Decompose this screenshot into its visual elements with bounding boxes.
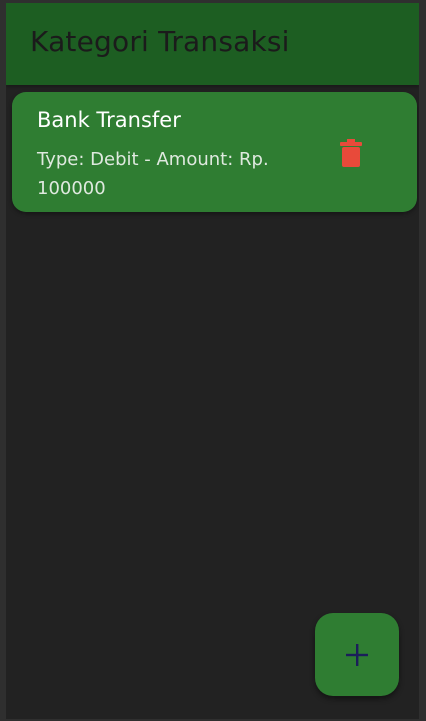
- page-title: Kategori Transaksi: [30, 25, 290, 58]
- category-details: Type: Debit - Amount: Rp. 100000: [37, 149, 269, 199]
- delete-button[interactable]: [332, 134, 370, 172]
- add-category-button[interactable]: [315, 613, 399, 696]
- category-name: Bank Transfer: [37, 108, 181, 132]
- app-screen: Kategori Transaksi Bank Transfer Type: D…: [6, 3, 419, 719]
- app-bar: Kategori Transaksi: [6, 3, 419, 85]
- trash-icon: [340, 139, 362, 167]
- device-frame: Kategori Transaksi Bank Transfer Type: D…: [0, 0, 426, 721]
- plus-icon: [346, 643, 368, 666]
- category-card[interactable]: Bank Transfer Type: Debit - Amount: Rp. …: [12, 92, 417, 212]
